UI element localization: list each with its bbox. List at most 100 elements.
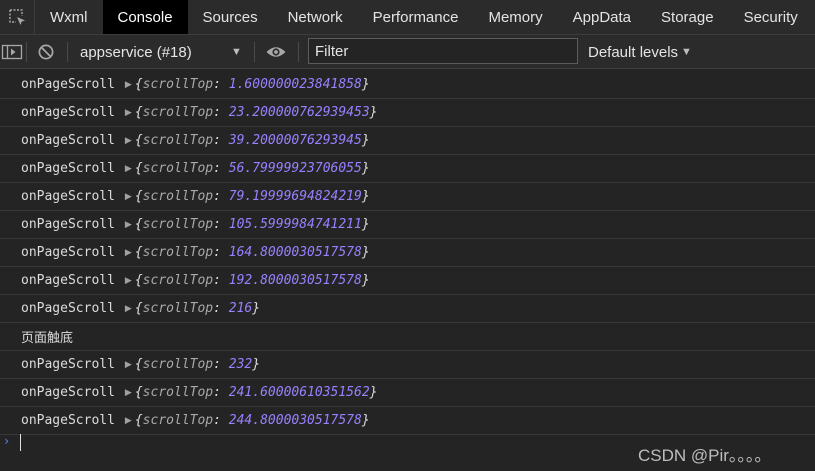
object-preview[interactable]: {scrollTop: 232} xyxy=(135,357,260,372)
object-value: 232 xyxy=(228,357,253,372)
message-function: onPageScroll xyxy=(21,385,115,400)
message-function: onPageScroll xyxy=(21,76,115,92)
console-messages: onPageScroll ▶ {scrollTop: 1.60000002384… xyxy=(0,70,815,435)
object-value: 1.600000023841858 xyxy=(228,76,362,92)
expand-triangle-icon[interactable]: ▶ xyxy=(125,415,132,426)
message-function: onPageScroll xyxy=(21,217,115,232)
object-key: scrollTop xyxy=(142,413,214,428)
expand-triangle-icon[interactable]: ▶ xyxy=(125,247,132,258)
tab-sources[interactable]: Sources xyxy=(188,0,273,34)
object-value: 56.79999923706055 xyxy=(228,161,362,176)
watermark: CSDN @Pir。。。。 xyxy=(638,446,772,465)
expand-triangle-icon[interactable]: ▶ xyxy=(125,79,132,90)
message-function: onPageScroll xyxy=(21,413,115,428)
object-key: scrollTop xyxy=(142,189,214,204)
tab-performance[interactable]: Performance xyxy=(358,0,474,34)
inspect-element-icon xyxy=(9,9,25,25)
console-message: onPageScroll ▶ {scrollTop: 192.800003051… xyxy=(0,267,815,295)
toolbar-divider xyxy=(67,42,68,62)
object-value: 39.20000076293945 xyxy=(228,133,362,148)
object-key: scrollTop xyxy=(142,273,214,288)
object-key: scrollTop xyxy=(142,217,214,232)
toggle-sidebar-button[interactable] xyxy=(1,35,23,69)
message-function: onPageScroll xyxy=(21,273,115,288)
tab-security[interactable]: Security xyxy=(729,0,813,34)
clear-console-icon xyxy=(38,44,54,60)
console-message: onPageScroll ▶ {scrollTop: 241.600006103… xyxy=(0,379,815,407)
expand-triangle-icon[interactable]: ▶ xyxy=(125,275,132,286)
expand-triangle-icon[interactable]: ▶ xyxy=(125,107,132,118)
object-preview[interactable]: {scrollTop: 79.19999694824219} xyxy=(135,189,370,204)
tab-storage[interactable]: Storage xyxy=(646,0,729,34)
message-text: 页面触底 xyxy=(21,331,74,346)
text-cursor xyxy=(20,434,21,451)
object-key: scrollTop xyxy=(142,301,214,316)
prompt-chevron-icon: › xyxy=(3,434,11,448)
object-preview[interactable]: {scrollTop: 56.79999923706055} xyxy=(135,161,370,176)
console-message: onPageScroll ▶ {scrollTop: 164.800003051… xyxy=(0,239,815,267)
object-key: scrollTop xyxy=(142,245,214,260)
expand-triangle-icon[interactable]: ▶ xyxy=(125,303,132,314)
message-function: onPageScroll xyxy=(21,245,115,260)
message-function: onPageScroll xyxy=(21,105,115,120)
expand-triangle-icon[interactable]: ▶ xyxy=(125,191,132,202)
expand-triangle-icon[interactable]: ▶ xyxy=(125,135,132,146)
inspect-element-button[interactable] xyxy=(0,0,35,34)
chevron-down-icon[interactable]: ▼ xyxy=(681,35,692,69)
object-preview[interactable]: {scrollTop: 164.8000030517578} xyxy=(135,245,370,260)
tab-network[interactable]: Network xyxy=(273,0,358,34)
console-message: onPageScroll ▶ {scrollTop: 216} xyxy=(0,295,815,323)
object-value: 164.8000030517578 xyxy=(228,245,362,260)
message-function: onPageScroll xyxy=(21,301,115,316)
object-key: scrollTop xyxy=(142,161,214,176)
object-value: 192.8000030517578 xyxy=(228,273,362,288)
toolbar-divider xyxy=(26,42,27,62)
object-preview[interactable]: {scrollTop: 241.60000610351562} xyxy=(135,385,378,400)
devtools-tab-bar: Wxml Console Sources Network Performance… xyxy=(0,0,815,35)
object-preview[interactable]: {scrollTop: 105.5999984741211} xyxy=(135,217,370,232)
toolbar-divider xyxy=(298,42,299,62)
object-value: 23.200000762939453 xyxy=(228,105,370,120)
object-preview[interactable]: {scrollTop: 23.200000762939453} xyxy=(135,105,378,120)
object-value: 244.8000030517578 xyxy=(228,413,362,428)
tab-wxml[interactable]: Wxml xyxy=(35,0,103,34)
object-value: 241.60000610351562 xyxy=(228,385,370,400)
console-toolbar: appservice (#18) ▼ Default levels ▼ xyxy=(0,35,815,69)
console-message: onPageScroll ▶ {scrollTop: 39.2000007629… xyxy=(0,127,815,155)
object-preview[interactable]: {scrollTop: 192.8000030517578} xyxy=(135,273,370,288)
execution-context-select[interactable]: appservice (#18) xyxy=(80,35,192,69)
chevron-down-icon[interactable]: ▼ xyxy=(231,35,242,69)
console-message: 页面触底 xyxy=(0,323,815,351)
eye-icon xyxy=(266,47,286,57)
message-function: onPageScroll xyxy=(21,161,115,176)
live-expression-button[interactable] xyxy=(265,35,287,69)
tab-appdata[interactable]: AppData xyxy=(558,0,646,34)
clear-console-button[interactable] xyxy=(37,35,55,69)
expand-triangle-icon[interactable]: ▶ xyxy=(125,359,132,370)
filter-input[interactable] xyxy=(308,38,578,64)
object-key: scrollTop xyxy=(142,385,214,400)
toolbar-divider xyxy=(254,42,255,62)
object-value: 105.5999984741211 xyxy=(228,217,362,232)
object-preview[interactable]: {scrollTop: 1.600000023841858} xyxy=(135,77,370,92)
console-message: onPageScroll ▶ {scrollTop: 23.2000007629… xyxy=(0,99,815,127)
message-function: onPageScroll xyxy=(21,133,115,148)
expand-triangle-icon[interactable]: ▶ xyxy=(125,387,132,398)
object-preview[interactable]: {scrollTop: 216} xyxy=(135,301,260,316)
console-message: onPageScroll ▶ {scrollTop: 105.599998474… xyxy=(0,211,815,239)
console-message: onPageScroll ▶ {scrollTop: 79.1999969482… xyxy=(0,183,815,211)
tab-console[interactable]: Console xyxy=(102,0,188,34)
object-preview[interactable]: {scrollTop: 244.8000030517578} xyxy=(135,413,370,428)
message-function: onPageScroll xyxy=(21,189,115,204)
object-key: scrollTop xyxy=(142,105,214,120)
object-value: 216 xyxy=(228,301,253,316)
console-message: onPageScroll ▶ {scrollTop: 1.60000002384… xyxy=(0,70,815,99)
expand-triangle-icon[interactable]: ▶ xyxy=(125,219,132,230)
object-preview[interactable]: {scrollTop: 39.20000076293945} xyxy=(135,133,370,148)
expand-triangle-icon[interactable]: ▶ xyxy=(125,163,132,174)
log-levels-select[interactable]: Default levels xyxy=(588,35,678,69)
console-message: onPageScroll ▶ {scrollTop: 56.7999992370… xyxy=(0,155,815,183)
object-key: scrollTop xyxy=(142,133,214,148)
tab-memory[interactable]: Memory xyxy=(473,0,557,34)
toggle-sidebar-icon xyxy=(1,44,23,60)
